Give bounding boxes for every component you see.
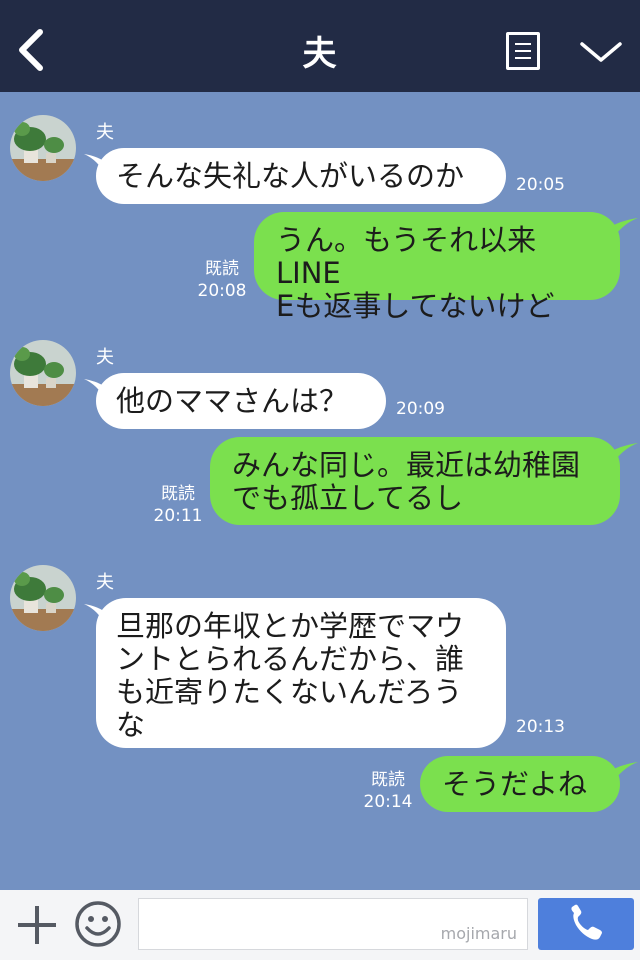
message-time: 20:05 xyxy=(516,175,565,195)
message-bubble-outgoing[interactable]: うん。もうそれ以来LINE Eも返事してないけど xyxy=(254,212,620,323)
chat-title: 夫 xyxy=(302,34,338,74)
read-label: 既読 xyxy=(161,484,195,504)
read-receipt: 既読 20:11 xyxy=(152,483,204,527)
chat-messages[interactable]: 夫 そんな失礼な人がいるのか 20:05 既読 20:08 うん。もうそれ以来L… xyxy=(0,92,640,890)
plant-photo-icon xyxy=(10,115,76,181)
message-bubble-outgoing[interactable]: そうだよね xyxy=(420,756,620,812)
phone-icon xyxy=(571,904,602,940)
read-receipt: 既読 20:14 xyxy=(362,769,414,813)
message-bubble-incoming[interactable]: 旦那の年収とか学歴でマウ ントとられるんだから、誰 も近寄りたくないんだろう な xyxy=(96,598,506,748)
notes-icon[interactable] xyxy=(506,32,540,70)
message-time: 20:09 xyxy=(396,399,445,419)
call-button[interactable] xyxy=(538,898,634,950)
message-input-bar: mojimaru xyxy=(0,890,640,960)
read-receipt: 既読 20:08 xyxy=(196,258,248,302)
chevron-down-icon[interactable] xyxy=(578,36,624,66)
message-time: 20:14 xyxy=(363,792,413,812)
read-label: 既読 xyxy=(205,259,239,279)
plant-photo-icon xyxy=(10,565,76,631)
read-label: 既読 xyxy=(371,770,405,790)
avatar[interactable] xyxy=(10,115,76,181)
message-bubble-incoming[interactable]: 他のママさんは？ xyxy=(96,373,386,429)
plus-icon[interactable] xyxy=(14,902,60,948)
chat-header: 夫 xyxy=(0,0,640,92)
message-time: 20:08 xyxy=(197,281,247,301)
plant-photo-icon xyxy=(10,340,76,406)
sender-name: 夫 xyxy=(96,347,114,368)
watermark: mojimaru xyxy=(440,924,517,943)
avatar[interactable] xyxy=(10,340,76,406)
message-input[interactable]: mojimaru xyxy=(138,898,528,950)
message-bubble-outgoing[interactable]: みんな同じ。最近は幼稚園 でも孤立してるし xyxy=(210,437,620,525)
smiley-icon[interactable] xyxy=(74,900,122,948)
avatar[interactable] xyxy=(10,565,76,631)
message-time: 20:13 xyxy=(516,717,565,737)
message-bubble-incoming[interactable]: そんな失礼な人がいるのか xyxy=(96,148,506,204)
sender-name: 夫 xyxy=(96,572,114,593)
message-time: 20:11 xyxy=(153,506,203,526)
sender-name: 夫 xyxy=(96,122,114,143)
